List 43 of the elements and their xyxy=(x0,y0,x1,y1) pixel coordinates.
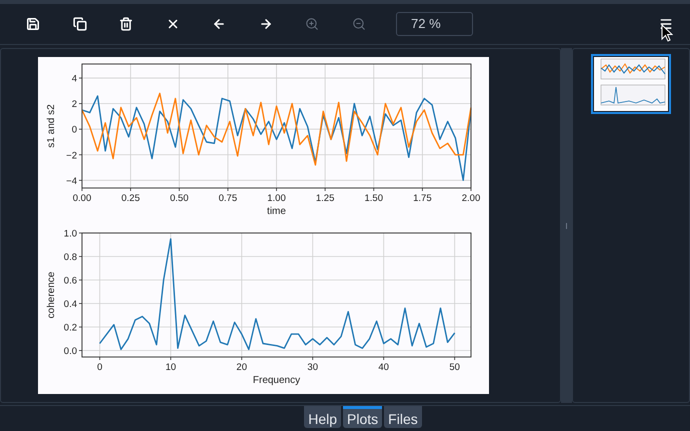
splitter-handle[interactable] xyxy=(561,48,572,403)
arrow-left-icon xyxy=(212,17,226,31)
zoom-field[interactable]: 72 % xyxy=(396,12,473,36)
tick-label: 10 xyxy=(165,362,176,373)
tick-label: 0.2 xyxy=(64,322,77,334)
tick-label: 0.0 xyxy=(64,346,77,358)
zoom-in-icon xyxy=(305,17,319,31)
tick-label: −2 xyxy=(66,150,77,162)
tick-label: 0.6 xyxy=(64,276,77,287)
tick-label: 2.00 xyxy=(462,193,480,204)
tick-label: 0.8 xyxy=(64,252,77,263)
trash-icon xyxy=(119,17,133,31)
tick-label: 1.50 xyxy=(364,193,383,204)
tick-label: −4 xyxy=(66,176,77,187)
tab[interactable]: Plots xyxy=(343,406,382,428)
cursor-icon xyxy=(661,24,673,42)
tick-label: 0.75 xyxy=(218,193,238,204)
tick-label: 2 xyxy=(72,99,77,110)
axis-label: s1 and s2 xyxy=(46,104,57,148)
axis-label: Frequency xyxy=(252,375,300,386)
tab[interactable]: Files xyxy=(384,406,422,428)
tick-label: 4 xyxy=(72,74,77,85)
tick-label: 0 xyxy=(97,362,102,373)
tick-label: 30 xyxy=(307,362,318,373)
tick-label: 50 xyxy=(449,362,460,373)
zoom-out-icon xyxy=(352,17,366,31)
tick-label: 1.75 xyxy=(413,193,432,204)
tick-label: 0 xyxy=(72,124,77,136)
tick-label: 0.00 xyxy=(72,193,92,204)
tab[interactable]: Help xyxy=(304,406,342,428)
save-icon xyxy=(26,17,40,31)
tick-label: 1.25 xyxy=(316,193,334,204)
tick-label: 0.4 xyxy=(64,299,77,310)
copy-icon xyxy=(72,17,86,31)
tick-label: 20 xyxy=(236,362,247,373)
tick-label: 1.0 xyxy=(64,228,77,240)
tick-label: 1.00 xyxy=(267,193,286,204)
menu-icon xyxy=(659,17,673,31)
axis-label: time xyxy=(267,206,286,217)
tick-label: 0.50 xyxy=(170,193,188,204)
tick-label: 40 xyxy=(378,362,389,373)
tick-label: 0.25 xyxy=(121,193,140,204)
axis-label: coherence xyxy=(46,272,57,318)
